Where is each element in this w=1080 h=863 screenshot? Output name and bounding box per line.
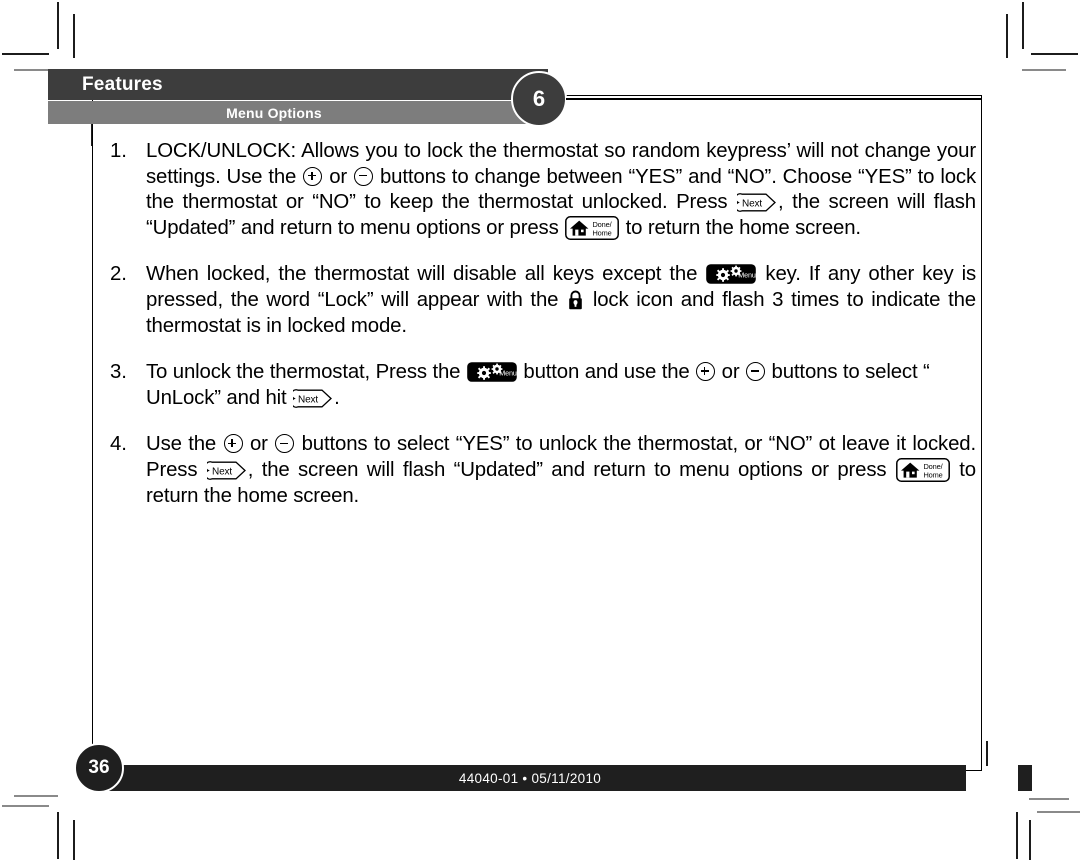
crop-mark-bottom-left-vertical2 <box>73 820 75 860</box>
instruction-item: 3. To unlock the thermostat, Press the M… <box>110 360 976 411</box>
instruction-item: 1. LOCK/UNLOCK: Allows you to lock the th… <box>110 139 976 241</box>
instruction-item: 2. When locked, the thermostat will disab… <box>110 262 976 339</box>
section-title-banner: Features <box>48 69 548 100</box>
crop-mark-top-left-vertical <box>57 2 59 49</box>
next-button-icon: Next <box>293 388 333 408</box>
crop-mark-bottom-right-horizontal2 <box>1037 811 1080 813</box>
chapter-number-badge: 6 <box>511 71 567 127</box>
svg-text:Next: Next <box>212 466 232 477</box>
page-number: 36 <box>88 757 110 778</box>
plus-button-icon <box>696 362 716 382</box>
minus-button-icon <box>354 166 374 186</box>
crop-mark-bottom-right-vertical2 <box>1029 820 1031 860</box>
svg-text:Next: Next <box>298 394 318 405</box>
crop-mark-top-right-horizontal <box>1031 53 1078 55</box>
page-number-badge: 36 <box>74 743 124 793</box>
svg-text:Home: Home <box>923 470 942 479</box>
chapter-number: 6 <box>532 86 546 111</box>
crop-mark-top-right-horizontal2 <box>1022 69 1066 71</box>
instruction-number: 4. <box>110 433 127 456</box>
crop-mark-top-right-vertical <box>1022 2 1024 49</box>
svg-text:Menu: Menu <box>739 271 757 280</box>
instruction-text: When locked, the thermostat will disable… <box>146 263 976 337</box>
svg-text:Menu: Menu <box>499 369 517 378</box>
crop-mark-top-left-vertical2 <box>73 14 75 58</box>
crop-mark-bottom-left-horizontal <box>2 805 49 807</box>
chapter-rule-line <box>566 98 982 100</box>
svg-text:Home: Home <box>593 228 612 237</box>
instruction-text: To unlock the thermostat, Press the Menu… <box>146 361 930 409</box>
instruction-number: 3. <box>110 361 127 384</box>
done-home-button-icon: Done/Home <box>895 457 950 482</box>
done-home-button-icon: Done/Home <box>565 215 620 240</box>
footer-doc-code: 44040-01 • 05/11/2010 <box>458 770 602 786</box>
plus-button-icon <box>223 434 243 454</box>
crop-mark-bottom-right-vertical <box>1016 812 1018 859</box>
crop-mark-bottom-left-vertical <box>57 812 59 859</box>
crop-mark-bottom-left-horizontal2 <box>14 795 58 797</box>
crop-mark-bottom-right-horizontal <box>1029 798 1069 800</box>
instruction-text: Use the or buttons to select “YES” to un… <box>146 433 976 507</box>
next-button-icon: Next <box>737 193 777 213</box>
instruction-list: 1. LOCK/UNLOCK: Allows you to lock the th… <box>110 139 976 530</box>
menu-button-icon: Menu <box>467 362 517 382</box>
minus-button-icon <box>746 362 766 382</box>
footer-bar-cap <box>1018 765 1032 791</box>
page-title: Features <box>82 73 163 95</box>
svg-text:Next: Next <box>742 198 762 209</box>
instruction-item: 4. Use the or buttons to select “YES” to … <box>110 432 976 509</box>
instruction-number: 2. <box>110 263 127 286</box>
instruction-number: 1. <box>110 140 127 162</box>
crop-mark-bottom-center <box>986 741 988 766</box>
menu-button-icon: Menu <box>706 264 757 285</box>
crop-mark-top-right-vertical2 <box>1006 14 1008 58</box>
lock-icon <box>568 290 583 310</box>
crop-mark-top-left-horizontal <box>2 53 49 55</box>
instruction-text: LOCK/UNLOCK: Allows you to lock the ther… <box>146 140 976 240</box>
minus-button-icon <box>275 434 295 454</box>
subsection-title-banner: Menu Options <box>48 101 548 124</box>
subsection-title: Menu Options <box>226 104 322 121</box>
next-button-icon: Next <box>206 461 247 480</box>
plus-button-icon <box>303 166 323 186</box>
